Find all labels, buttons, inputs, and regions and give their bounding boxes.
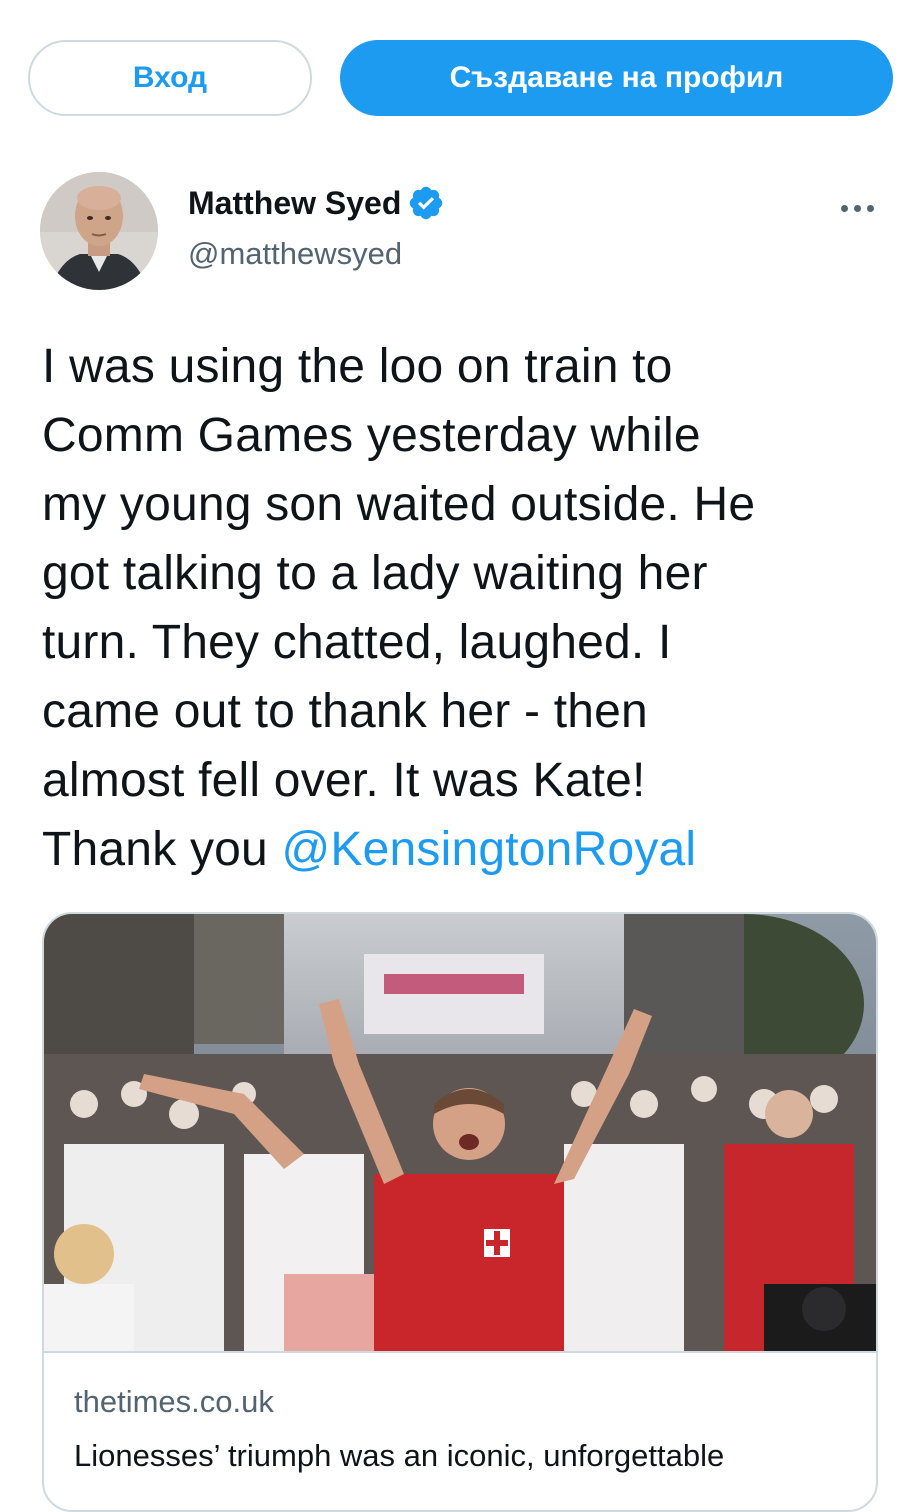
verified-badge-icon [407,184,445,222]
card-image [44,914,876,1351]
tweet-text-line: got talking to a lady waiting her [42,547,708,600]
tweet-text-prefix: Thank you [42,823,282,876]
photo-crowd-celebrating-icon [44,914,876,1351]
tweet-text-line: I was using the loo on train to [42,340,673,393]
auth-bar: Вход Създаване на профил [0,0,921,150]
avatar[interactable] [40,172,158,290]
link-card[interactable]: thetimes.co.uk Lionesses’ triumph was an… [42,912,878,1512]
tweet-text-line: came out to thank her - then [42,685,648,738]
signup-button[interactable]: Създаване на профил [340,40,893,116]
author-name-text: Matthew Syed [188,184,402,221]
card-title: Lionesses’ triumph was an iconic, unforg… [74,1438,725,1473]
tweet-text-line: almost fell over. It was Kate! [42,754,646,807]
tweet-text-line: my young son waited outside. He [42,478,756,531]
login-button[interactable]: Вход [28,40,312,116]
avatar-photo [40,172,158,290]
tweet-text-line: Comm Games yesterday while [42,409,701,462]
author-name[interactable]: Matthew Syed [188,184,445,222]
tweet-text-last-line: Thank you @KensingtonRoyal [42,815,892,884]
card-divider [44,1351,876,1353]
mention-link[interactable]: @KensingtonRoyal [281,823,696,876]
tweet-text: I was using the loo on train to Comm Gam… [42,332,892,884]
more-options-icon[interactable] [832,188,882,228]
card-domain: thetimes.co.uk [74,1384,274,1419]
tweet-text-line: turn. They chatted, laughed. I [42,616,672,669]
author-handle[interactable]: @matthewsyed [188,236,402,272]
